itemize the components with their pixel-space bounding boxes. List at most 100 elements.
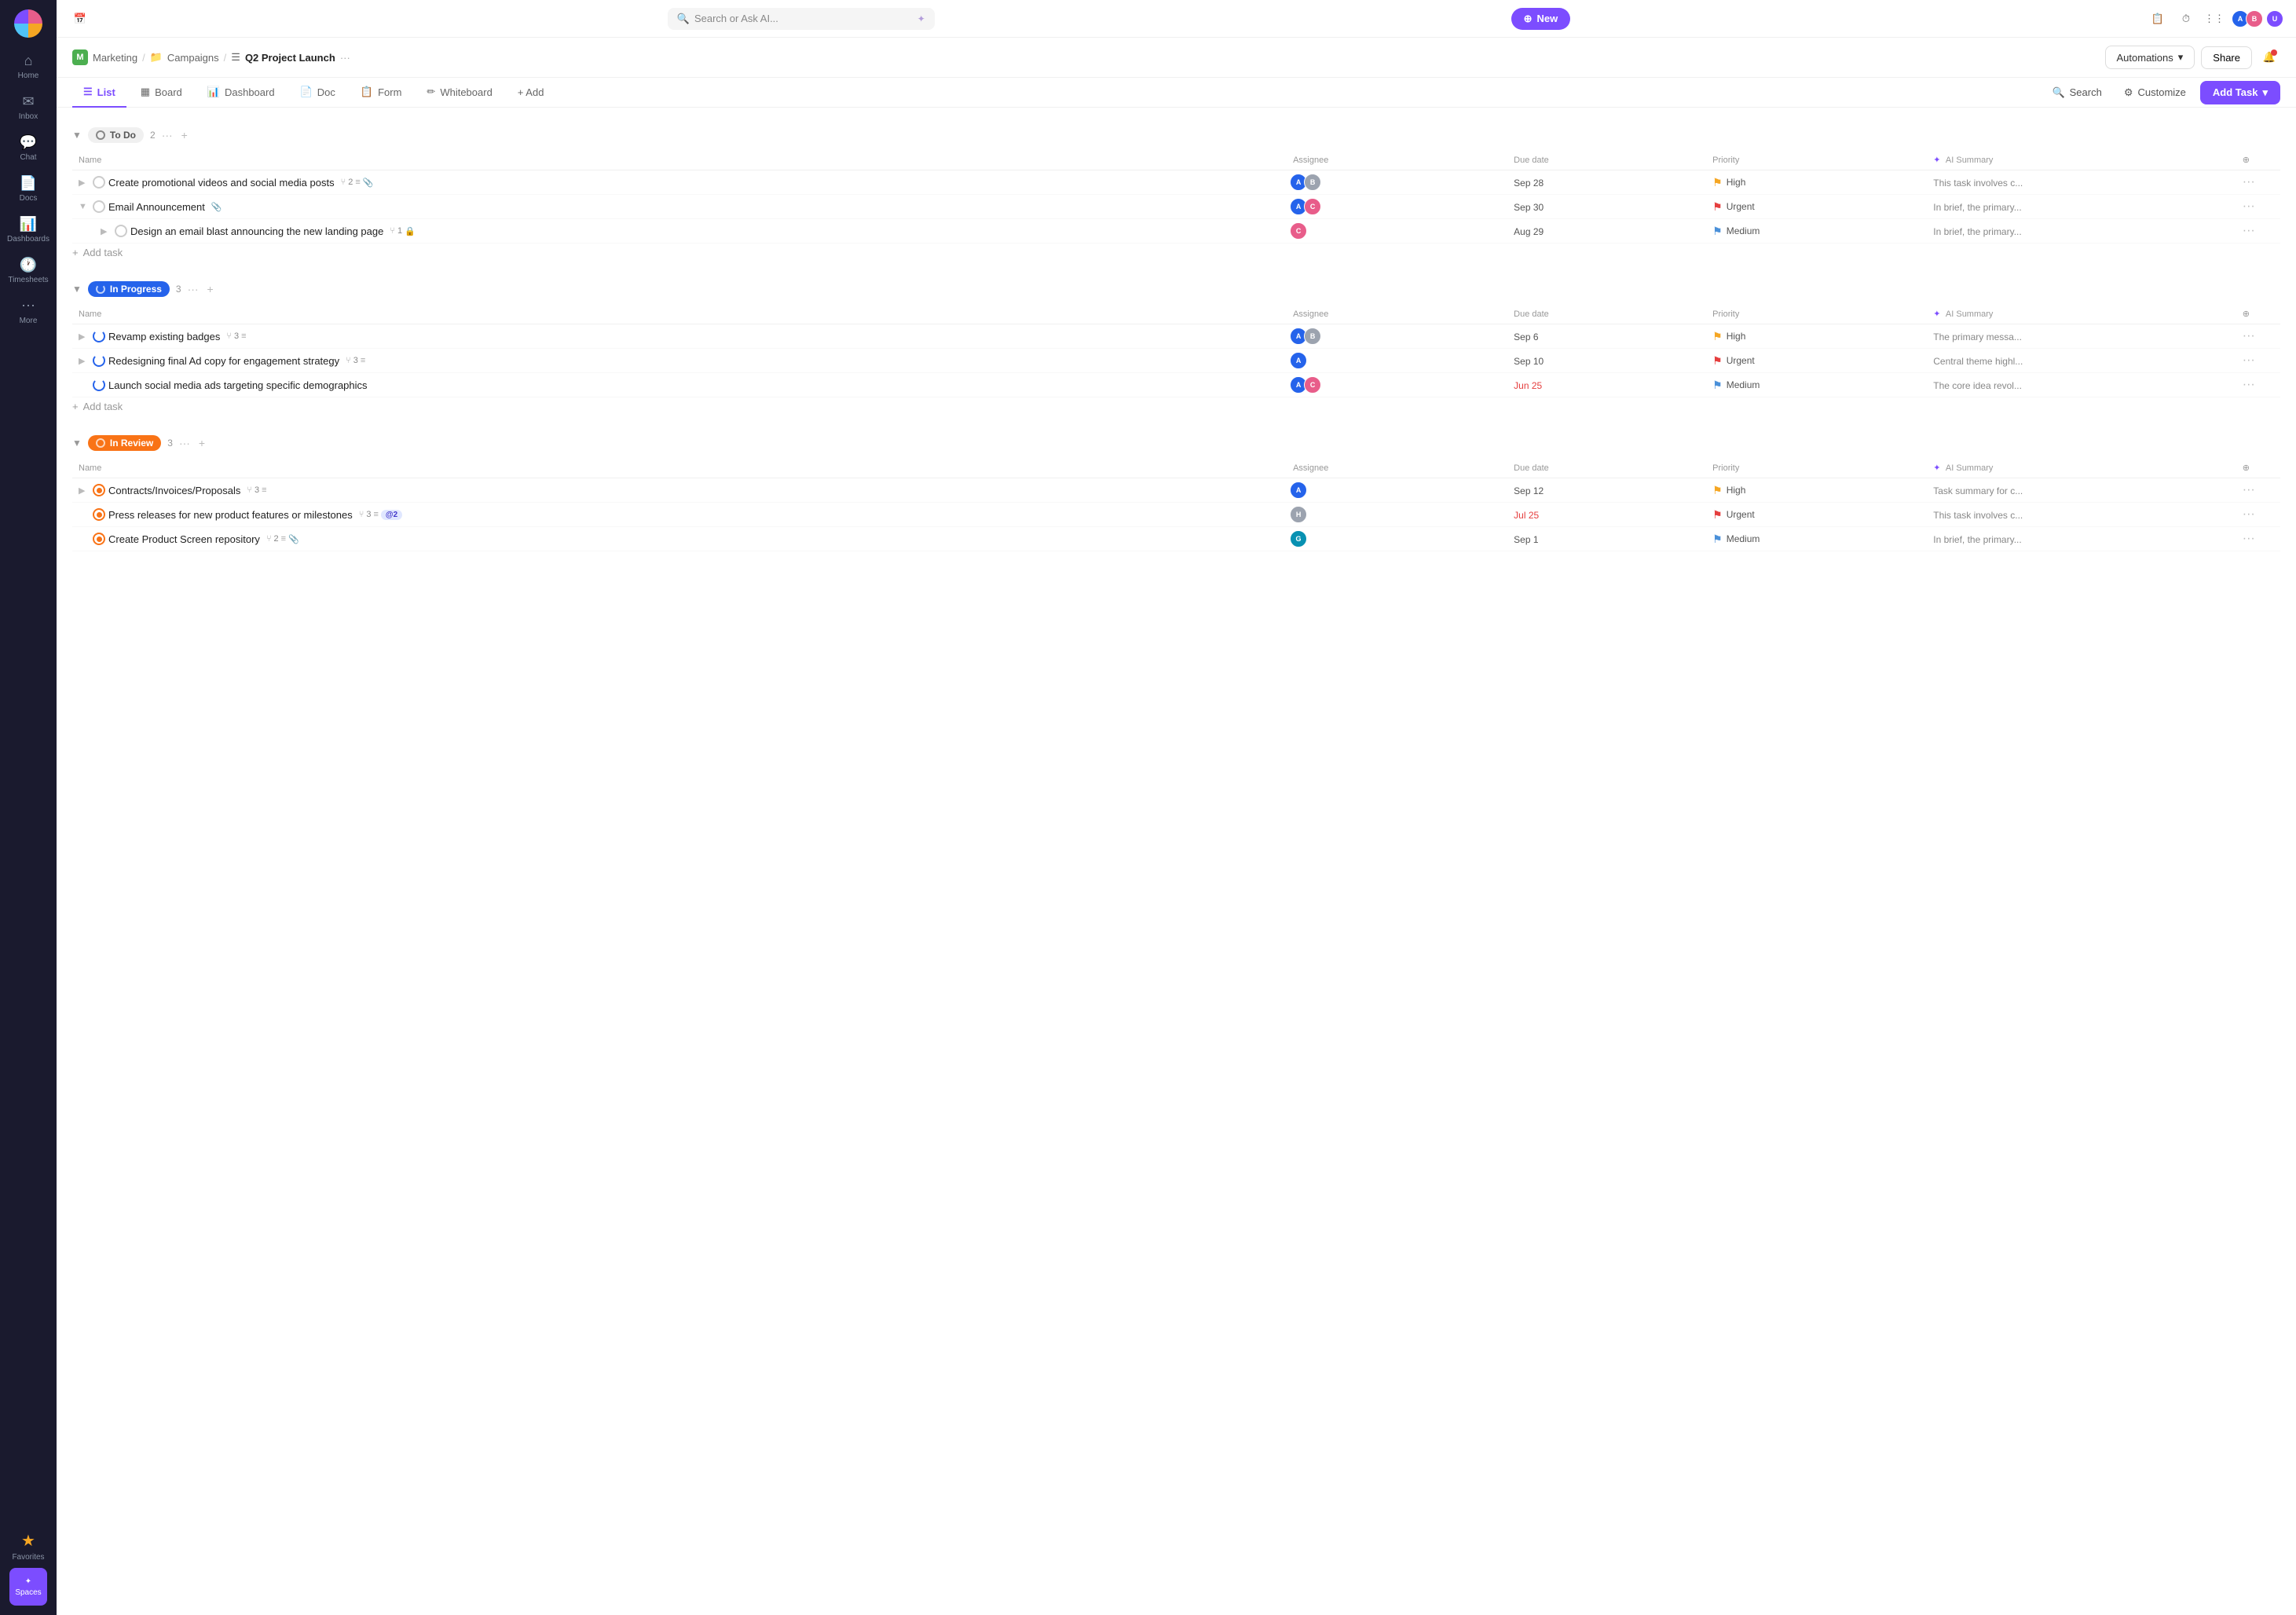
group-todo-more[interactable]: ··· — [162, 129, 173, 141]
share-button[interactable]: Share — [2201, 46, 2252, 69]
row-more-button[interactable]: ··· — [2243, 329, 2255, 342]
automations-button[interactable]: Automations ▾ — [2105, 46, 2195, 69]
tab-add[interactable]: + Add — [507, 79, 555, 108]
priority-cell: ⚑High — [1712, 330, 1921, 343]
search-bar[interactable]: 🔍 Search or Ask AI... ✦ — [668, 8, 935, 30]
inprogress-add-task-button[interactable]: + Add task — [72, 397, 2280, 416]
row-more-button[interactable]: ··· — [2243, 224, 2255, 237]
tab-doc[interactable]: 📄 Doc — [289, 78, 346, 108]
ai-summary-cell: This task involves c... — [1927, 503, 2236, 527]
table-row[interactable]: ▶Design an email blast announcing the ne… — [72, 219, 2280, 244]
sidebar-item-inbox[interactable]: ✉ Inbox — [9, 88, 47, 126]
sidebar-item-home[interactable]: ⌂ Home — [9, 47, 47, 85]
group-inprogress-header[interactable]: ▼ In Progress 3 ··· + — [72, 274, 2280, 304]
sidebar-item-more[interactable]: ⋯ More — [9, 292, 47, 330]
sidebar-favorites: ★ Favorites ✦ Spaces — [9, 1527, 47, 1606]
table-row[interactable]: ▶Redesigning final Ad copy for engagemen… — [72, 349, 2280, 373]
row-more-button[interactable]: ··· — [2243, 532, 2255, 545]
priority-cell-container: ⚑Medium — [1706, 219, 1927, 244]
task-name-cell: ▶Revamp existing badges⑂3≡ — [72, 324, 1287, 349]
due-date-value: Sep 30 — [1514, 202, 1543, 213]
list-icon: ≡ — [262, 485, 266, 495]
col-add[interactable]: ⊕ — [2236, 150, 2280, 170]
ellipsis-icon[interactable]: ··· — [340, 52, 350, 64]
priority-cell-container: ⚑Medium — [1706, 527, 1927, 551]
tab-list[interactable]: ☰ List — [72, 78, 126, 108]
list-icon: ≡ — [361, 356, 365, 365]
expand-chevron[interactable]: ▼ — [79, 202, 90, 211]
calendar-icon-btn[interactable]: 📅 — [69, 8, 91, 30]
tab-dashboard[interactable]: 📊 Dashboard — [196, 78, 286, 108]
add-task-button[interactable]: Add Task ▾ — [2200, 81, 2280, 104]
table-row[interactable]: Create Product Screen repository⑂2≡📎GSep… — [72, 527, 2280, 551]
expand-chevron[interactable]: ▶ — [79, 485, 90, 496]
sidebar-item-dashboards[interactable]: 📊 Dashboards — [9, 211, 47, 248]
clipboard-icon-btn[interactable]: 📋 — [2147, 8, 2169, 30]
table-row[interactable]: Launch social media ads targeting specif… — [72, 373, 2280, 397]
group-inreview-header[interactable]: ▼ In Review 3 ··· + — [72, 428, 2280, 458]
expand-chevron[interactable]: ▶ — [79, 356, 90, 366]
app-logo[interactable] — [14, 9, 42, 38]
folder-label[interactable]: Campaigns — [167, 52, 219, 64]
subtask-icon: ⑂ — [247, 485, 252, 495]
expand-chevron[interactable]: ▶ — [101, 226, 112, 236]
table-row[interactable]: Press releases for new product features … — [72, 503, 2280, 527]
search-tab-button[interactable]: 🔍 Search — [2044, 82, 2109, 104]
subtask-icon: ⑂ — [359, 510, 364, 519]
sidebar-item-favorites[interactable]: ★ Favorites — [9, 1527, 47, 1565]
sidebar-item-chat[interactable]: 💬 Chat — [9, 129, 47, 167]
notifications-button[interactable]: 🔔 — [2258, 46, 2280, 68]
table-row[interactable]: ▶Revamp existing badges⑂3≡ABSep 6⚑HighTh… — [72, 324, 2280, 349]
subtask-icon: ⑂ — [226, 331, 232, 341]
assignee-cell: AC — [1287, 195, 1507, 219]
group-inreview-more[interactable]: ··· — [179, 437, 190, 449]
todo-task-table: Name Assignee Due date Priority ✦ AI Sum… — [72, 150, 2280, 244]
group-inprogress-add[interactable]: + — [202, 280, 219, 298]
table-row[interactable]: ▼Email Announcement📎ACSep 30⚑UrgentIn br… — [72, 195, 2280, 219]
customize-button[interactable]: ⚙ Customize — [2116, 82, 2194, 104]
row-more-button[interactable]: ··· — [2243, 353, 2255, 367]
current-user-avatar[interactable]: U — [2266, 10, 2283, 27]
table-row[interactable]: ▶Create promotional videos and social me… — [72, 170, 2280, 195]
expand-chevron[interactable]: ▶ — [79, 178, 90, 188]
due-date-value: Jun 25 — [1514, 380, 1542, 391]
expand-chevron[interactable]: ▶ — [79, 331, 90, 342]
tab-board[interactable]: ▦ Board — [130, 78, 193, 108]
plus-icon: + — [72, 247, 79, 258]
timer-icon-btn[interactable]: ⏱ — [2175, 8, 2197, 30]
inprogress-circle-icon — [96, 284, 105, 294]
row-more-button[interactable]: ··· — [2243, 507, 2255, 521]
sidebar-item-timesheets[interactable]: 🕐 Timesheets — [9, 251, 47, 289]
col-add-3[interactable]: ⊕ — [2236, 458, 2280, 478]
inreview-table-header: Name Assignee Due date Priority ✦ AI Sum… — [72, 458, 2280, 478]
row-more-button[interactable]: ··· — [2243, 483, 2255, 496]
row-more-button[interactable]: ··· — [2243, 175, 2255, 189]
new-button[interactable]: ⊕ New — [1511, 8, 1571, 30]
due-date-value: Sep 10 — [1514, 356, 1543, 367]
assignee-cell: AB — [1287, 170, 1507, 195]
row-more-button[interactable]: ··· — [2243, 200, 2255, 213]
workspace-label[interactable]: Marketing — [93, 52, 137, 64]
todo-add-task-button[interactable]: + Add task — [72, 244, 2280, 262]
row-more-button[interactable]: ··· — [2243, 378, 2255, 391]
sidebar-item-spaces[interactable]: ✦ Spaces — [9, 1568, 47, 1606]
sidebar-item-docs[interactable]: 📄 Docs — [9, 170, 47, 207]
folder-icon: 📁 — [150, 51, 163, 64]
tab-whiteboard[interactable]: ✏ Whiteboard — [416, 78, 503, 108]
notification-dot — [2271, 49, 2277, 56]
assignee-avatar: G — [1290, 530, 1307, 547]
priority-cell: ⚑Medium — [1712, 533, 1921, 546]
priority-cell-container: ⚑Urgent — [1706, 195, 1927, 219]
group-todo-header[interactable]: ▼ To Do 2 ··· + — [72, 120, 2280, 150]
grid-icon-btn[interactable]: ⋮⋮ — [2203, 8, 2225, 30]
lock-icon: 🔒 — [405, 226, 416, 236]
list-icon: ≡ — [355, 178, 360, 187]
breadcrumb-actions: Automations ▾ Share 🔔 — [2105, 46, 2281, 69]
row-more-cell: ··· — [2236, 478, 2280, 503]
table-row[interactable]: ▶Contracts/Invoices/Proposals⑂3≡ASep 12⚑… — [72, 478, 2280, 503]
group-todo-add[interactable]: + — [176, 126, 193, 144]
group-inreview-add[interactable]: + — [193, 434, 211, 452]
col-add-2[interactable]: ⊕ — [2236, 304, 2280, 324]
group-inprogress-more[interactable]: ··· — [188, 283, 199, 295]
tab-form[interactable]: 📋 Form — [350, 78, 413, 108]
